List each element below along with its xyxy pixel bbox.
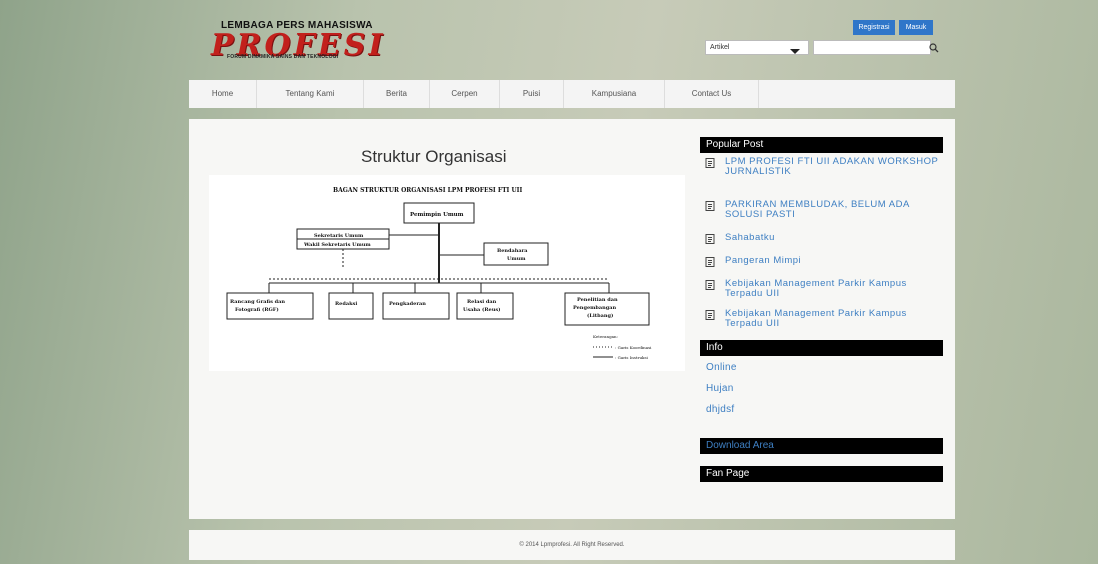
label-reus-2: Usaha (Reus) [463,306,501,313]
label-sekretaris: Sekretaris Umum [314,233,364,239]
popular-post-item[interactable]: Kebijakan Management Parkir Kampus Terpa… [705,309,945,333]
document-icon [705,280,715,290]
page-title: Struktur Organisasi [361,147,507,166]
popular-post-link[interactable]: PARKIRAN MEMBLUDAK, BELUM ADA SOLUSI PAS… [725,200,940,220]
document-icon [705,158,715,168]
nav-item-berita[interactable]: Berita [364,80,430,108]
site-footer: © 2014 Lpmprofesi. All Right Reserved. [189,530,955,560]
info-link-hujan[interactable]: Hujan [706,383,734,394]
category-select-value: Artikel [710,44,730,51]
popular-post-item[interactable]: Sahabatku [705,233,945,247]
logo-tagline: FORUM DINAMIKA SAINS DAN TEKNOLOGI [227,54,339,60]
popular-post-link[interactable]: LPM PROFESI FTI UII ADAKAN WORKSHOP JURN… [725,157,940,177]
nav-item-kampusiana[interactable]: Kampusiana [564,80,665,108]
org-chart-diagram: BAGAN STRUKTUR ORGANISASI LPM PROFESI FT… [226,187,652,360]
chevron-down-icon [790,49,800,54]
popular-post-item[interactable]: LPM PROFESI FTI UII ADAKAN WORKSHOP JURN… [705,157,945,191]
nav-item-cerpen[interactable]: Cerpen [430,80,500,108]
main-nav: Home Tentang Kami Berita Cerpen Puisi Ka… [189,80,955,108]
label-garis-koordinasi: : Garis Koordinasi [615,345,652,350]
info-link-online[interactable]: Online [706,362,737,373]
nav-item-home[interactable]: Home [189,80,257,108]
download-area-header[interactable]: Download Area [700,438,943,454]
org-chart-heading: BAGAN STRUKTUR ORGANISASI LPM PROFESI FT… [333,187,522,194]
label-bendahara-2: Umum [507,256,526,262]
label-reus-1: Relasi dan [467,299,497,305]
label-bendahara-1: Bendahara [497,248,528,254]
label-wakil-sekretaris: Wakil Sekretaris Umum [303,242,371,248]
label-litbang-2: Pengembangan [573,305,617,311]
box-reus [456,292,514,320]
copyright-text: © 2014 Lpmprofesi. All Right Reserved. [519,542,625,548]
register-button[interactable]: Registrasi [853,20,895,35]
info-link-dhjdsf[interactable]: dhjdsf [706,404,735,415]
search-input[interactable] [813,40,931,55]
document-icon [705,257,715,267]
document-icon [705,234,715,244]
label-keterangan: Keterangan: [593,334,618,339]
category-select[interactable]: Artikel [705,40,809,55]
nav-item-contact-us[interactable]: Contact Us [665,80,759,108]
label-pemimpin: Pemimpin Umum [410,212,464,218]
nav-item-puisi[interactable]: Puisi [500,80,564,108]
site-logo[interactable]: LEMBAGA PERS MAHASISWA PROFESI FORUM DIN… [211,20,421,64]
search-icon[interactable] [929,43,939,53]
popular-post-link[interactable]: Kebijakan Management Parkir Kampus Terpa… [725,309,940,329]
fan-page-header: Fan Page [700,466,943,482]
popular-post-item[interactable]: Kebijakan Management Parkir Kampus Terpa… [705,279,945,303]
popular-post-item[interactable]: Pangeran Mimpi [705,256,945,270]
popular-post-link[interactable]: Kebijakan Management Parkir Kampus Terpa… [725,279,940,299]
main-content: Struktur Organisasi BAGAN STRUKTUR ORGAN… [189,119,955,519]
label-redaksi: Redaksi [335,301,357,307]
popular-post-link[interactable]: Pangeran Mimpi [725,256,940,266]
popular-post-header: Popular Post [700,137,943,153]
nav-item-tentang-kami[interactable]: Tentang Kami [257,80,364,108]
box-rgf [226,292,314,320]
site-header: LEMBAGA PERS MAHASISWA PROFESI FORUM DIN… [189,0,955,72]
label-rgf-1: Rancang Grafis dan [230,299,285,305]
login-button[interactable]: Masuk [899,20,933,35]
document-icon [705,201,715,211]
info-header: Info [700,340,943,356]
label-litbang-3: (Litbang) [587,312,613,319]
document-icon [705,310,715,320]
label-pengkaderan: Pengkaderan [389,301,426,307]
popular-post-item[interactable]: PARKIRAN MEMBLUDAK, BELUM ADA SOLUSI PAS… [705,200,945,224]
label-garis-instruksi: : Garis Instruksi [615,355,648,360]
label-litbang-1: Penelitian dan [577,297,618,303]
label-rgf-2: Fotografi (RGF) [235,306,279,313]
popular-post-link[interactable]: Sahabatku [725,233,940,243]
org-chart-image: BAGAN STRUKTUR ORGANISASI LPM PROFESI FT… [209,175,685,371]
